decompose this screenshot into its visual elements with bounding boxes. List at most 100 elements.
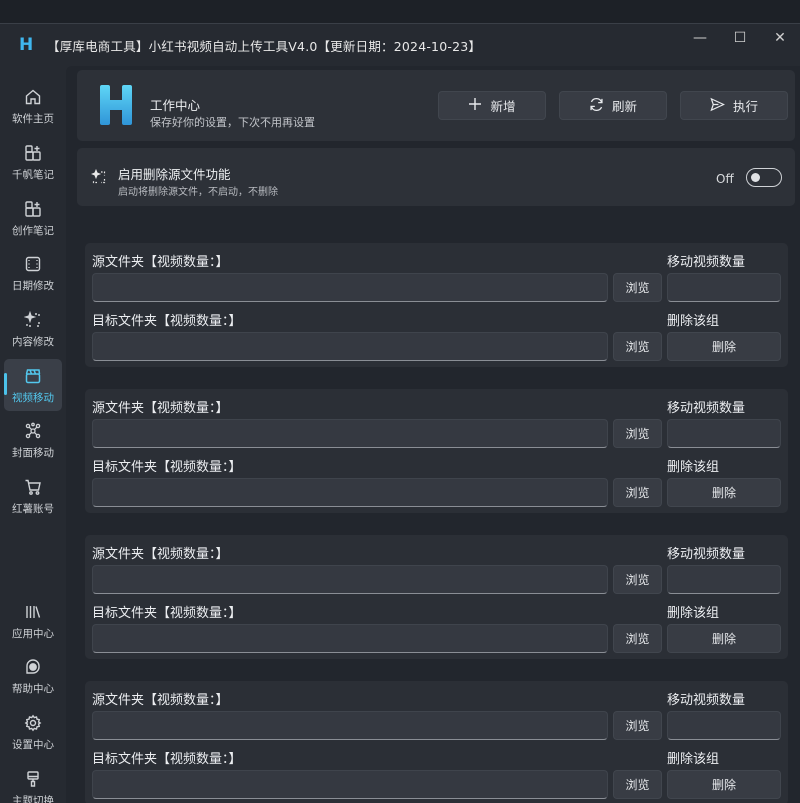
move-count-input[interactable] [667,711,781,740]
main-content: 工作中心 保存好你的设置，下次不用再设置 新增 刷新 执行 启用删除源文件功能 … [66,66,800,803]
sidebar-item-theme-switch[interactable]: 主题切换 [4,762,62,803]
delete-group-button[interactable]: 删除 [667,770,781,799]
refresh-button[interactable]: 刷新 [559,91,667,120]
target-folder-input[interactable] [92,624,608,653]
source-folder-input[interactable] [92,419,608,448]
home-icon [23,87,43,107]
add-button-label: 新增 [490,99,516,114]
sidebar-item-date-edit[interactable]: 日期修改 [4,247,62,299]
sparkle-select-icon [90,168,107,189]
sidebar-item-home[interactable]: 软件主页 [4,80,62,132]
folder-group-2: 源文件夹【视频数量：】 移动视频数量 浏览 目标文件夹【视频数量：】 删除该组 … [85,389,788,513]
sidebar-item-create-notes[interactable]: 创作笔记 [4,192,62,244]
gear-icon [23,713,43,733]
browse-source-button[interactable]: 浏览 [613,711,662,740]
browse-source-button[interactable]: 浏览 [613,565,662,594]
browse-target-button[interactable]: 浏览 [613,624,662,653]
browse-source-button[interactable]: 浏览 [613,419,662,448]
move-count-label: 移动视频数量 [667,255,746,270]
chat-help-icon [23,657,43,677]
source-folder-input[interactable] [92,273,608,302]
sidebar-item-label: 创作笔记 [12,224,54,237]
sidebar-item-qianfan-notes[interactable]: 千帆笔记 [4,136,62,188]
library-icon [23,602,43,622]
maximize-button[interactable]: ☐ [720,24,760,52]
source-folder-label: 源文件夹【视频数量：】 [92,401,229,416]
source-folder-label: 源文件夹【视频数量：】 [92,547,229,562]
delete-group-button[interactable]: 删除 [667,478,781,507]
sidebar-item-label: 主题切换 [12,794,54,803]
option-title: 启用删除源文件功能 [118,167,231,182]
title-bar: H 【厚库电商工具】小红书视频自动上传工具V4.0【更新日期：2024-10-2… [0,24,800,66]
move-count-label: 移动视频数量 [667,693,746,708]
work-center-title: 工作中心 [150,98,201,113]
sidebar-item-cover-move[interactable]: 封面移动 [4,414,62,466]
target-folder-input[interactable] [92,332,608,361]
work-center-subtitle: 保存好你的设置，下次不用再设置 [150,116,315,129]
source-folder-label: 源文件夹【视频数量：】 [92,255,229,270]
delete-group-label: 删除该组 [667,460,720,475]
toggle-state-label: Off [716,172,734,186]
delete-group-label: 删除该组 [667,752,720,767]
browse-target-button[interactable]: 浏览 [613,332,662,361]
sidebar-item-content-edit[interactable]: 内容修改 [4,303,62,355]
move-count-input[interactable] [667,419,781,448]
refresh-button-label: 刷新 [611,99,637,114]
sidebar-item-label: 帮助中心 [12,682,54,695]
delete-source-toggle[interactable] [746,168,782,187]
delete-group-button[interactable]: 删除 [667,624,781,653]
option-subtitle: 启动将删除源文件，不启动，不删除 [118,187,278,198]
move-count-input[interactable] [667,565,781,594]
sidebar-item-account[interactable]: 红薯账号 [4,470,62,522]
sidebar-item-settings[interactable]: 设置中心 [4,706,62,758]
target-folder-label: 目标文件夹【视频数量：】 [92,606,242,621]
move-count-input[interactable] [667,273,781,302]
refresh-icon [589,97,604,115]
target-folder-input[interactable] [92,478,608,507]
target-folder-label: 目标文件夹【视频数量：】 [92,314,242,329]
cart-icon [23,477,43,497]
plus-icon [468,97,482,114]
grid-plus-icon [23,199,43,219]
browse-target-button[interactable]: 浏览 [613,478,662,507]
sidebar-item-label: 视频移动 [12,391,54,404]
send-icon [710,97,726,115]
source-folder-input[interactable] [92,565,608,594]
brush-icon [23,769,43,789]
grid-plus-icon [23,143,43,163]
delete-group-button[interactable]: 删除 [667,332,781,361]
folder-group-1: 源文件夹【视频数量：】 移动视频数量 浏览 目标文件夹【视频数量：】 删除该组 … [85,243,788,367]
sidebar-item-help-center[interactable]: 帮助中心 [4,650,62,702]
work-center-header: 工作中心 保存好你的设置，下次不用再设置 新增 刷新 执行 [77,70,795,141]
minimize-button[interactable]: — [680,24,720,52]
sidebar-item-label: 红薯账号 [12,502,54,515]
sidebar-item-app-center[interactable]: 应用中心 [4,595,62,647]
sparkle-select-icon [23,310,43,330]
run-button[interactable]: 执行 [680,91,788,120]
window-title: 【厚库电商工具】小红书视频自动上传工具V4.0【更新日期：2024-10-23】 [47,38,482,54]
browse-target-button[interactable]: 浏览 [613,770,662,799]
move-count-label: 移动视频数量 [667,547,746,562]
app-window: H 【厚库电商工具】小红书视频自动上传工具V4.0【更新日期：2024-10-2… [0,23,800,803]
source-folder-label: 源文件夹【视频数量：】 [92,693,229,708]
move-count-label: 移动视频数量 [667,401,746,416]
run-button-label: 执行 [732,99,758,114]
close-button[interactable]: ✕ [760,24,800,52]
folder-group-4: 源文件夹【视频数量：】 移动视频数量 浏览 目标文件夹【视频数量：】 删除该组 … [85,681,788,803]
network-icon [23,421,43,441]
sidebar-item-label: 软件主页 [12,112,54,125]
target-folder-label: 目标文件夹【视频数量：】 [92,752,242,767]
h-logo-icon [100,85,132,125]
delete-group-label: 删除该组 [667,606,720,621]
sidebar-item-label: 日期修改 [12,279,54,292]
window-controls: — ☐ ✕ [680,24,800,52]
sidebar-item-video-move[interactable]: 视频移动 [4,359,62,411]
add-button[interactable]: 新增 [438,91,546,120]
background-strip [0,0,800,24]
sidebar-item-label: 应用中心 [12,627,54,640]
sidebar-item-label: 千帆笔记 [12,168,54,181]
target-folder-input[interactable] [92,770,608,799]
source-folder-input[interactable] [92,711,608,740]
browse-source-button[interactable]: 浏览 [613,273,662,302]
toggle-knob [751,172,760,182]
